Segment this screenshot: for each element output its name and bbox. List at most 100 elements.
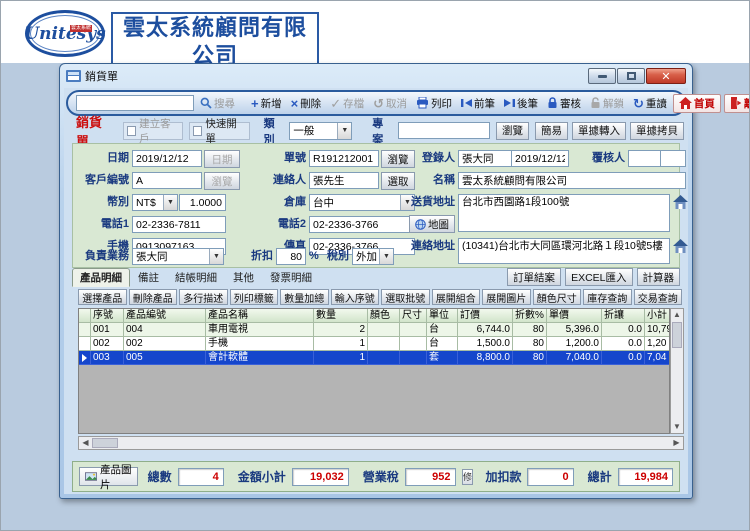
category-select[interactable]: 一般 ▼ xyxy=(289,121,353,140)
col-header[interactable]: 折讓 xyxy=(602,309,645,323)
calculator-button[interactable]: 計算器 xyxy=(636,268,680,286)
chevron-down-icon: ▼ xyxy=(163,195,177,210)
prev-record-button[interactable]: 前筆 xyxy=(458,95,498,112)
delete-button[interactable]: × 刪除 xyxy=(288,95,325,112)
col-header[interactable]: 小計 xyxy=(645,309,669,323)
col-header[interactable]: 產品編號 xyxy=(124,309,206,323)
trade-query-button[interactable]: 交易查詢 xyxy=(633,289,682,305)
col-header[interactable]: 數量 xyxy=(314,309,368,323)
scroll-right-icon[interactable]: ▶ xyxy=(670,437,683,449)
discount-input[interactable] xyxy=(276,248,306,265)
order-browse-button[interactable]: 瀏覽 xyxy=(381,150,415,168)
print-button[interactable]: 列印 xyxy=(413,95,455,112)
date-picker-button[interactable]: 日期 xyxy=(204,150,240,168)
search-input[interactable] xyxy=(76,95,194,111)
tax-type-select[interactable]: 外加 ▼ xyxy=(352,248,394,265)
tab-product-detail[interactable]: 產品明細 xyxy=(72,268,130,287)
currency-select[interactable]: NT$ ▼ xyxy=(132,194,178,211)
search-button[interactable]: 搜尋 xyxy=(197,95,238,112)
warehouse-select[interactable]: 台中 ▼ xyxy=(309,194,415,211)
horizontal-scrollbar[interactable]: ◀ ▶ xyxy=(78,436,684,450)
select-product-button[interactable]: 選擇產品 xyxy=(78,289,127,305)
stock-query-button[interactable]: 庫存查詢 xyxy=(583,289,632,305)
vertical-scrollbar[interactable]: ▲ ▼ xyxy=(670,308,684,434)
cancel-button[interactable]: ↺ 取消 xyxy=(370,95,410,112)
tax-type-label: 稅別 xyxy=(327,250,349,262)
maximize-button[interactable] xyxy=(617,68,645,84)
salesperson-select[interactable]: 張大同 ▼ xyxy=(132,248,224,265)
col-header[interactable]: 折數% xyxy=(513,309,547,323)
col-header[interactable]: 單價 xyxy=(547,309,602,323)
phone1-input[interactable] xyxy=(132,216,226,233)
add-button[interactable]: + 新增 xyxy=(248,95,285,112)
order-no-input[interactable] xyxy=(309,150,379,167)
ship-address-home-icon[interactable] xyxy=(672,194,689,210)
multiline-desc-button[interactable]: 多行描述 xyxy=(179,289,228,305)
contact-address-input[interactable]: (10341)台北市大同區環河北路１段10號5樓 xyxy=(458,238,670,264)
close-button[interactable]: ✕ xyxy=(646,68,686,84)
print-label-button[interactable]: 列印標籤 xyxy=(229,289,278,305)
tab-billing-detail[interactable]: 結帳明細 xyxy=(167,268,225,287)
unlock-icon xyxy=(591,97,600,108)
horizontal-scroll-thumb[interactable] xyxy=(92,438,118,448)
contact-input[interactable] xyxy=(309,172,379,189)
project-browse-button[interactable]: 瀏覽 xyxy=(496,121,530,140)
col-header[interactable]: 顏色 xyxy=(368,309,400,323)
doc-import-button[interactable]: 單據轉入 xyxy=(572,121,627,140)
exit-button[interactable]: 離開 xyxy=(723,93,749,113)
expand-combo-button[interactable]: 展開組合 xyxy=(431,289,480,305)
col-header[interactable]: 訂價 xyxy=(458,309,513,323)
expand-image-button[interactable]: 展開圖片 xyxy=(482,289,531,305)
customer-no-input[interactable] xyxy=(132,172,202,189)
home-button[interactable]: 首頁 xyxy=(672,93,721,113)
contact-address-home-icon[interactable] xyxy=(672,238,689,254)
contact-select-button[interactable]: 選取 xyxy=(381,172,415,190)
enter-serial-button[interactable]: 輸入序號 xyxy=(330,289,379,305)
col-header[interactable]: 產品名稱 xyxy=(206,309,314,323)
scroll-left-icon[interactable]: ◀ xyxy=(79,437,92,449)
date-input[interactable] xyxy=(132,150,202,167)
simple-mode-button[interactable]: 簡易 xyxy=(535,121,569,140)
ship-address-input[interactable]: 台北市西園路1段100號 xyxy=(458,194,670,232)
project-input[interactable] xyxy=(398,122,491,139)
product-image-button[interactable]: 產品圖片 xyxy=(79,464,138,491)
table-row[interactable]: 002 002 手機 1 台 1,500.0 80 1,200.0 0.0 1,… xyxy=(79,337,669,351)
vertical-scroll-thumb[interactable] xyxy=(672,322,682,348)
app-window: 銷貨單 ✕ 搜尋 + 新增 × 刪除 ✓ 存檔 ↺ 取消 列印 前筆 後筆 審核… xyxy=(59,63,749,499)
tax-edit-button[interactable]: 修 xyxy=(461,468,474,485)
col-header[interactable]: 序號 xyxy=(91,309,124,323)
close-order-button[interactable]: 訂單結案 xyxy=(507,268,562,286)
delete-product-button[interactable]: 刪除產品 xyxy=(128,289,177,305)
create-customer-checkbox[interactable]: 建立客戶 xyxy=(122,118,184,145)
map-button[interactable]: 地圖 xyxy=(409,215,455,233)
grand-total-value: 19,984 xyxy=(617,467,674,486)
doc-copy-button[interactable]: 單據拷貝 xyxy=(630,121,685,140)
color-size-button[interactable]: 顏色尺寸 xyxy=(532,289,581,305)
quick-order-checkbox[interactable]: 快速開單 xyxy=(189,118,250,145)
table-row[interactable]: 001 004 車用電視 2 台 6,744.0 80 5,396.0 0.0 … xyxy=(79,323,669,337)
window-titlebar[interactable]: 銷貨單 ✕ xyxy=(60,64,692,88)
select-batch-button[interactable]: 選取批號 xyxy=(381,289,430,305)
audit-button[interactable]: 審核 xyxy=(544,95,584,112)
table-row-selected[interactable]: 003 005 會計軟體 1 套 8,800.0 80 7,040.0 0.0 … xyxy=(79,351,669,365)
excel-import-button[interactable]: EXCEL匯入 xyxy=(565,268,633,286)
reload-button[interactable]: ↻ 重讀 xyxy=(630,95,670,112)
col-header[interactable]: 單位 xyxy=(427,309,458,323)
unitesys-logo: Unitesys 雲太系統 xyxy=(24,10,106,57)
qty-sum-button[interactable]: 數量加總 xyxy=(280,289,329,305)
tab-other[interactable]: 其他 xyxy=(225,268,262,287)
scroll-down-icon[interactable]: ▼ xyxy=(671,421,684,433)
phone2-input[interactable] xyxy=(309,216,415,233)
save-button[interactable]: ✓ 存檔 xyxy=(327,95,367,112)
next-record-button[interactable]: 後筆 xyxy=(501,95,541,112)
tab-notes[interactable]: 備註 xyxy=(130,268,167,287)
name-input[interactable] xyxy=(458,172,686,189)
tab-invoice-detail[interactable]: 發票明細 xyxy=(262,268,320,287)
detail-action-buttons: 選擇產品 刪除產品 多行描述 列印標籤 數量加總 輸入序號 選取批號 展開組合 … xyxy=(78,289,682,306)
exchange-rate-input[interactable] xyxy=(179,194,226,211)
customer-browse-button[interactable]: 瀏覽 xyxy=(204,172,240,190)
minimize-button[interactable] xyxy=(588,68,616,84)
scroll-up-icon[interactable]: ▲ xyxy=(671,309,684,321)
col-header[interactable]: 尺寸 xyxy=(400,309,427,323)
unlock-button[interactable]: 解鎖 xyxy=(587,95,627,112)
